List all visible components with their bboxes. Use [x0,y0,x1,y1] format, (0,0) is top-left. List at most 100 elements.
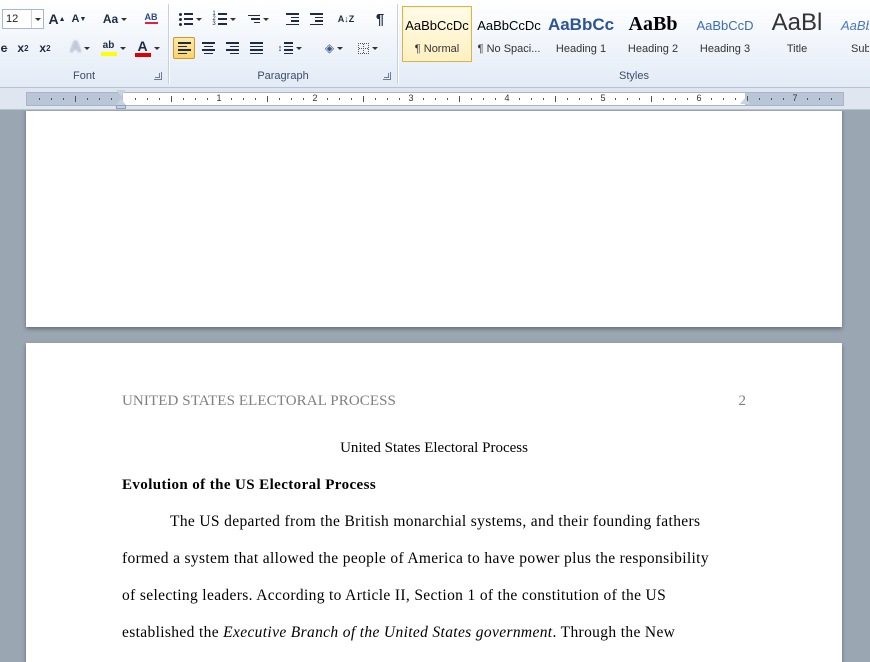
ruler-tick [663,98,664,100]
ruler-tick [555,96,556,102]
paragraph-line: established the Executive Branch of the … [122,624,746,642]
change-case-button[interactable]: Aa [100,8,130,30]
ruler-tick [687,98,688,100]
ruler-tick [579,98,580,100]
page-2[interactable]: UNITED STATES ELECTORAL PROCESS 2 United… [26,343,842,662]
line-spacing-icon: ↕ [278,42,294,54]
sort-button[interactable]: A↓Z [335,8,357,30]
paragraph-group: 1 2 3 A↓Z ¶ ↕ ◈ Paragraph [169,0,397,86]
ruler-tick [363,96,364,102]
superscript-button[interactable]: x2 [36,37,54,59]
bullets-icon [178,12,193,26]
increase-indent-button[interactable] [305,8,327,30]
ruler-tick [771,98,772,100]
align-left-icon [177,42,191,54]
borders-button[interactable] [353,37,383,59]
paragraph-text: established the [122,624,224,641]
font-group: 12 A▲ A▼ Aa AB abc x2 x2 A ab [0,0,168,86]
ruler-tick [375,98,376,100]
clear-formatting-icon: AB [144,12,158,24]
font-group-label: Font [72,70,95,82]
ruler-tick [483,98,484,100]
font-size-dropdown[interactable] [31,10,43,28]
ruler-tick [111,98,112,100]
ruler-tick [351,98,352,100]
increase-indent-icon [309,13,323,25]
align-center-button[interactable] [197,37,219,59]
align-left-button[interactable] [173,37,195,59]
page-number: 2 [738,393,747,409]
grow-font-button[interactable]: A ▲ [48,8,66,30]
decrease-indent-button[interactable] [281,8,303,30]
ruler-tick [135,98,136,100]
ruler-tick [567,98,568,100]
shrink-font-label: A [71,13,80,25]
show-formatting-marks-button[interactable]: ¶ [369,8,391,30]
pilcrow-icon: ¶ [375,10,385,28]
subscript-button[interactable]: x2 [14,37,32,59]
font-dialog-launcher-icon[interactable] [154,72,162,80]
justify-button[interactable] [245,37,267,59]
shading-button[interactable]: ◈ [319,37,349,59]
ruler-number: 6 [696,93,702,103]
ruler-bar: 1 2 3 4 5 6 7 [0,88,870,110]
ruler-number: 7 [792,93,798,103]
highlighter-icon: ab [100,39,117,56]
numbering-button[interactable]: 1 2 3 [209,8,239,30]
numbering-icon: 1 2 3 [212,11,227,27]
font-color-button[interactable]: A [132,37,162,59]
ruler-tick [243,98,244,100]
align-right-button[interactable] [221,37,243,59]
section-heading: Evolution of the US Electoral Process [122,477,377,493]
highlight-label: ab [102,39,115,51]
text-highlight-button[interactable]: ab [98,37,128,59]
ruler-tick [327,98,328,100]
ruler-tick [783,98,784,100]
ruler-tick [51,98,52,100]
ruler-tick [99,98,100,100]
ruler-number: 1 [216,93,222,103]
ruler-tick [399,98,400,100]
font-color-swatch [134,52,151,57]
ruler-number: 2 [312,93,318,103]
ruler-tick [615,98,616,100]
ruler-tick [39,98,40,100]
ruler-tick [387,98,388,100]
paragraph-dialog-launcher-icon[interactable] [383,72,391,80]
paragraph-line: of selecting leaders. According to Artic… [122,587,667,604]
ruler-tick [471,98,472,100]
ruler-tick [819,98,820,100]
ruler-tick [147,98,148,100]
styles-group-label: Styles [619,70,649,82]
borders-icon [358,42,369,54]
horizontal-ruler[interactable]: 1 2 3 4 5 6 7 [26,92,844,106]
ruler-tick [75,96,76,102]
right-indent-marker[interactable] [740,98,750,104]
shrink-font-button[interactable]: A ▼ [70,8,88,30]
font-size-value[interactable]: 12 [3,13,31,25]
text-effects-button[interactable]: A [66,37,94,59]
decrease-indent-icon [285,13,299,25]
running-header: UNITED STATES ELECTORAL PROCESS [122,393,397,409]
ruler-tick [591,98,592,100]
bullets-button[interactable] [175,8,205,30]
left-indent-marker[interactable] [116,105,126,109]
line-spacing-button[interactable]: ↕ [275,37,305,59]
sort-icon: A↓Z [337,14,355,24]
clear-formatting-button[interactable]: AB [140,7,162,29]
ruler-tick [231,98,232,100]
strikethrough-button[interactable]: abc [0,37,10,59]
ruler-tick [627,98,628,100]
grow-font-label: A [48,11,59,27]
font-size-box[interactable]: 12 [2,9,44,29]
ruler-tick [531,98,532,100]
multilevel-list-button[interactable] [243,8,273,30]
highlight-color-swatch [100,51,117,56]
first-line-indent-marker[interactable] [116,90,126,96]
ruler-tick [723,98,724,100]
ruler-tick [87,98,88,100]
page-1[interactable] [26,111,842,327]
ruler-tick [195,98,196,100]
ruler-tick [459,96,460,102]
ruler-tick [303,98,304,100]
